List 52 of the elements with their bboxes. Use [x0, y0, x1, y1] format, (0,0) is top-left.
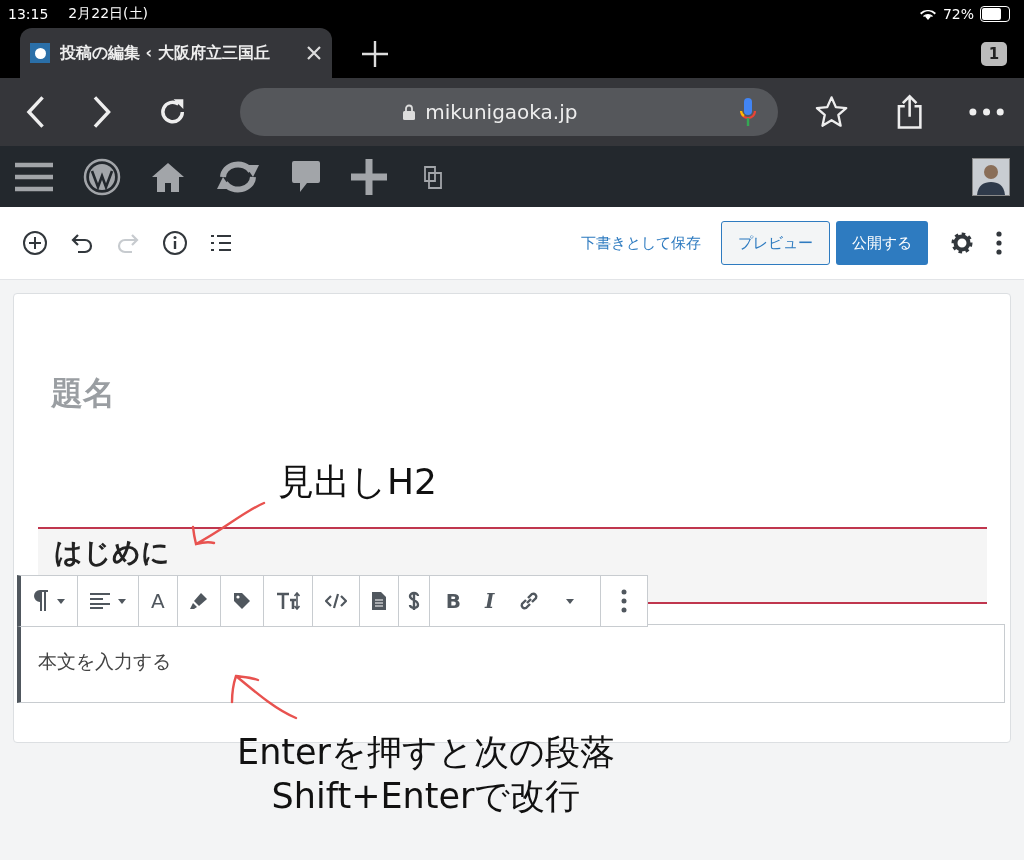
annotation-text: 見出しH2 [278, 460, 437, 504]
wordpress-logo-icon[interactable] [83, 157, 121, 196]
paragraph-block[interactable]: 本文を入力する [17, 624, 1005, 703]
battery-percent: 72% [942, 6, 974, 22]
wifi-icon [918, 7, 937, 21]
status-date: 2月22日(土) [68, 5, 148, 23]
align-left-icon [90, 593, 110, 609]
annotation-text: Shift+Enterで改行 [271, 775, 581, 818]
more-options-icon[interactable] [996, 231, 1002, 255]
add-block-icon[interactable] [22, 230, 48, 256]
favicon-icon [30, 43, 50, 63]
star-icon[interactable] [814, 94, 850, 130]
forward-icon[interactable] [91, 95, 111, 129]
status-time: 13:15 [8, 6, 49, 22]
microphone-icon[interactable] [740, 97, 757, 127]
info-icon[interactable] [162, 230, 188, 256]
url-text: mikunigaoka.jp [425, 100, 578, 124]
plus-icon[interactable] [351, 158, 387, 195]
paragraph-icon [33, 590, 49, 612]
undo-icon[interactable] [70, 232, 94, 254]
avatar-icon[interactable] [972, 157, 1010, 196]
lock-icon [403, 104, 416, 120]
preview-button[interactable]: プレビュー [721, 221, 830, 265]
annotation-text: Enterを押すと次の段落 [237, 731, 615, 774]
heading-text: はじめに [54, 536, 170, 569]
highlighter-icon [189, 592, 208, 610]
more-icon[interactable] [968, 108, 1004, 116]
browser-tab[interactable]: 投稿の編集 ‹ 大阪府立三国丘 [20, 28, 332, 78]
address-bar[interactable]: mikunigaoka.jp [240, 88, 779, 136]
dollar-icon [407, 591, 420, 611]
close-icon[interactable] [306, 45, 322, 61]
tab-count[interactable]: 1 [981, 42, 1007, 66]
heading-block[interactable]: はじめに [38, 527, 987, 575]
new-tab-icon[interactable] [361, 40, 389, 68]
sync-icon[interactable] [215, 158, 261, 195]
document-icon [371, 592, 386, 610]
outline-icon[interactable] [210, 234, 232, 252]
paragraph-text: 本文を入力する [38, 650, 171, 672]
back-icon[interactable] [26, 95, 46, 129]
tab-title: 投稿の編集 ‹ 大阪府立三国丘 [60, 42, 271, 64]
tag-icon [232, 592, 251, 610]
more-options-icon [621, 589, 628, 613]
publish-button[interactable]: 公開する [836, 221, 928, 265]
share-icon[interactable] [895, 94, 923, 130]
text-size-icon [275, 592, 300, 610]
comment-icon[interactable] [291, 159, 321, 194]
settings-icon[interactable] [950, 231, 974, 255]
menu-icon[interactable] [15, 161, 53, 192]
home-icon[interactable] [151, 160, 185, 193]
save-draft-link[interactable]: 下書きとして保存 [581, 233, 701, 253]
code-icon [324, 593, 347, 609]
battery-icon [980, 6, 1010, 22]
